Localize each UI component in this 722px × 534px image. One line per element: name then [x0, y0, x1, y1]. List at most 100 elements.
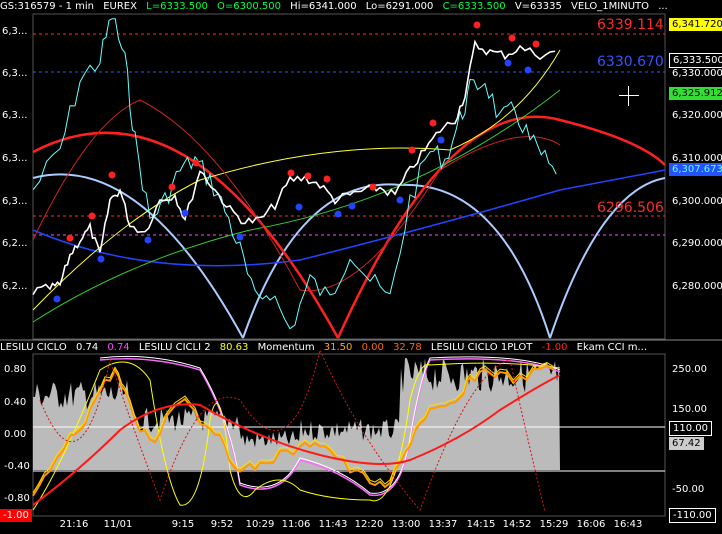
- time-tick: 14:52: [502, 519, 532, 530]
- indicator-label: LESILU CICLO 1PLOT: [430, 342, 533, 353]
- indicator-value: 32.78: [393, 342, 422, 353]
- lower-level-label: 6296.506: [597, 200, 664, 216]
- chart-canvas[interactable]: [0, 0, 722, 534]
- price-line: [32, 39, 556, 296]
- more-label: ...: [658, 1, 668, 12]
- osc-white-box: 110.00: [669, 421, 712, 436]
- time-tick: 15:29: [539, 519, 569, 530]
- price-left-label: 6,3...: [2, 68, 28, 79]
- time-tick: 14:15: [466, 519, 496, 530]
- indicator-label: Ekam CCI m...: [576, 342, 648, 353]
- pivot-low-dot: [236, 233, 244, 241]
- pivot-low-dot: [396, 196, 404, 204]
- osc-left-label: 0.40: [4, 397, 27, 408]
- cycle-arc-red: [336, 115, 666, 339]
- price-left-label: 6,3...: [2, 110, 28, 121]
- cycle-arc: [32, 173, 244, 339]
- pivot-high-dot: [429, 119, 437, 127]
- pivot-high-dot: [508, 34, 516, 42]
- time-tick: 10:29: [245, 519, 275, 530]
- pivot-high-dot: [323, 175, 331, 183]
- pivot-low-dot: [334, 210, 342, 218]
- time-tick: 11:43: [318, 519, 348, 530]
- indicator-label: Momentum: [257, 342, 315, 353]
- pivot-high-dot: [304, 172, 312, 180]
- blue-price-box: 6,307.673: [669, 163, 722, 176]
- pivot-low-dot: [504, 59, 512, 67]
- time-tick: 21:16: [59, 519, 89, 530]
- price-right-label: 6,290.000: [672, 238, 722, 249]
- pivot-high-dot: [473, 21, 481, 29]
- price-panel-frame: [32, 13, 666, 340]
- indicator-value: 0.74: [75, 342, 99, 353]
- red-average: [32, 99, 561, 292]
- pivot-low-dot: [181, 209, 189, 217]
- last-price: L=6333.500: [146, 1, 208, 12]
- osc-left-label: 0.80: [4, 364, 27, 375]
- indicator-header: LESILU CICLO 0.74 0.74 LESILU CICLI 2 80…: [0, 341, 722, 354]
- symbol-label: GS:316579 - 1 min: [0, 1, 95, 12]
- osc-left-label: -0.80: [4, 493, 30, 504]
- price-right-label: 6,300.000: [672, 196, 722, 207]
- time-tick: 9:52: [210, 519, 234, 530]
- time-tick: 13:37: [428, 519, 458, 530]
- price-right-label: 6,330.000: [672, 68, 722, 79]
- time-axis: 21:16 11/01 9:15 9:52 10:29 11:06 11:43 …: [0, 517, 722, 534]
- indicator-label: LESILU CICLO: [0, 342, 67, 353]
- osc-left-label: -0.40: [4, 461, 30, 472]
- osc-gray-box: 67.42: [669, 437, 704, 450]
- indicator-label: LESILU CICLI 2: [138, 342, 211, 353]
- pivot-high-dot: [532, 40, 540, 48]
- osc-right-label: -50.00: [672, 484, 705, 495]
- upper-level-label: 6339.114: [597, 17, 664, 33]
- pivot-high-dot: [192, 159, 200, 167]
- price-right-label: 6,320.000: [672, 110, 722, 121]
- pivot-high-dot: [408, 146, 416, 154]
- pivot-low-dot: [97, 255, 105, 263]
- open-price: O=6300.500: [217, 1, 281, 12]
- indicator-value: 31.50: [323, 342, 353, 353]
- time-tick: 12:20: [354, 519, 384, 530]
- exchange-label: EUREX: [103, 1, 137, 12]
- time-tick: 13:00: [391, 519, 421, 530]
- volume-label: V=63335: [514, 1, 562, 12]
- high-price-box: 6,341.720: [669, 18, 722, 31]
- osc-right-label: 150.00: [672, 404, 707, 415]
- indicator-value: 0.00: [361, 342, 384, 353]
- time-tick: 9:15: [171, 519, 195, 530]
- price-left-label: 6,3...: [2, 153, 28, 164]
- indicator-value: -1.00: [541, 342, 568, 353]
- chart-window[interactable]: GS:316579 - 1 min EUREX L=6333.500 O=630…: [0, 0, 722, 534]
- time-tick: 16:06: [576, 519, 606, 530]
- time-tick: 11:06: [281, 519, 311, 530]
- price-right-label: 6,280.000: [672, 281, 722, 292]
- close-price: C=6333.500: [442, 1, 506, 12]
- pivot-low-dot: [348, 202, 356, 210]
- pivot-high-dot: [88, 212, 96, 220]
- blue-level-label: 6330.670: [597, 54, 664, 70]
- velo-label: VELO_1MINUTO: [571, 1, 650, 12]
- green-price-box: 6,325.912: [669, 87, 722, 100]
- pivot-high-dot: [287, 169, 295, 177]
- pivot-high-dot: [369, 183, 377, 191]
- pivot-high-dot: [168, 183, 176, 191]
- price-left-label: 6,2...: [2, 238, 28, 249]
- price-left-label: 6,3...: [2, 26, 28, 37]
- pivot-high-dot: [66, 234, 74, 242]
- time-tick: 11/01: [103, 519, 133, 530]
- osc-right-label: 250.00: [672, 364, 707, 375]
- price-left-label: 6,3...: [2, 196, 28, 207]
- price-header: GS:316579 - 1 min EUREX L=6333.500 O=630…: [0, 0, 722, 14]
- pivot-low-dot: [524, 66, 532, 74]
- high-price: Hi=6341.000: [290, 1, 357, 12]
- low-price: Lo=6291.000: [365, 1, 434, 12]
- pivot-low-dot: [144, 236, 152, 244]
- last-price-box: 6,333.500: [669, 53, 722, 68]
- pivot-low-dot: [437, 136, 445, 144]
- indicator-value: 0.74: [107, 342, 130, 353]
- pivot-high-dot: [108, 171, 116, 179]
- osc-left-label: 0.00: [4, 429, 27, 440]
- crosshair-cursor-icon: [619, 86, 639, 106]
- indicator-value: 80.63: [219, 342, 249, 353]
- time-tick: 16:43: [613, 519, 643, 530]
